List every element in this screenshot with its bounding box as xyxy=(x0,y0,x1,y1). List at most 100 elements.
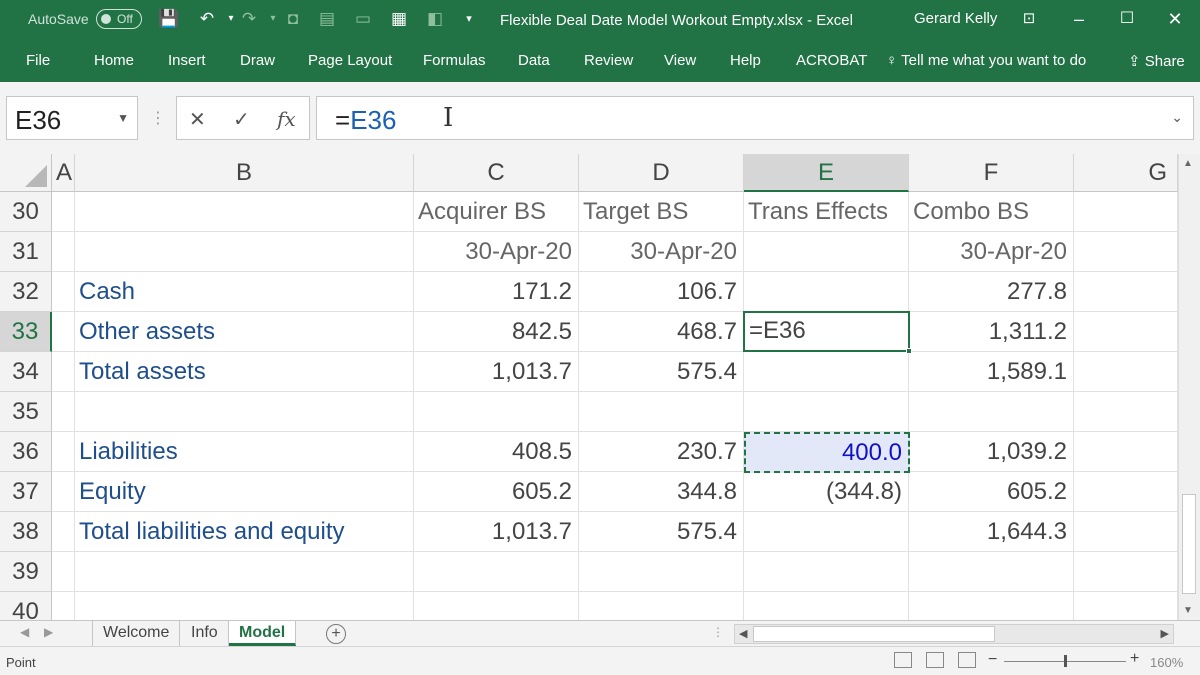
row-header-39[interactable]: 39 xyxy=(0,552,52,592)
row-header-31[interactable]: 31 xyxy=(0,232,52,272)
cell[interactable] xyxy=(579,552,744,592)
cell[interactable] xyxy=(52,272,75,312)
cell[interactable] xyxy=(414,392,579,432)
cell-e30[interactable]: Trans Effects xyxy=(744,192,909,232)
cell[interactable] xyxy=(52,392,75,432)
zoom-in-icon[interactable]: + xyxy=(1130,650,1139,668)
cell-e32[interactable] xyxy=(744,272,909,312)
cell-b34[interactable]: Total assets xyxy=(75,352,414,392)
cell-e38[interactable] xyxy=(744,512,909,552)
row-header-33[interactable]: 33 xyxy=(0,312,52,352)
back-icon[interactable]: ◧ xyxy=(424,8,446,30)
cell[interactable] xyxy=(52,472,75,512)
cell[interactable] xyxy=(52,512,75,552)
tab-view[interactable]: View xyxy=(664,52,696,69)
cell[interactable] xyxy=(1074,352,1178,392)
cell-c33[interactable]: 842.5 xyxy=(414,312,579,352)
zoom-out-icon[interactable]: − xyxy=(988,651,997,669)
vertical-scrollbar[interactable]: ▲ ▼ xyxy=(1178,154,1200,620)
cell[interactable] xyxy=(1074,592,1178,620)
scroll-left-icon[interactable]: ◀ xyxy=(739,627,747,640)
scroll-up-icon[interactable]: ▲ xyxy=(1183,158,1193,169)
cell[interactable] xyxy=(52,232,75,272)
cell[interactable] xyxy=(1074,272,1178,312)
tab-draw[interactable]: Draw xyxy=(240,52,275,69)
row-header-38[interactable]: 38 xyxy=(0,512,52,552)
cell-c38[interactable]: 1,013.7 xyxy=(414,512,579,552)
prev-sheet-icon[interactable]: ◀ xyxy=(20,625,29,639)
cell-d33[interactable]: 468.7 xyxy=(579,312,744,352)
share-button[interactable]: ⇪ Share xyxy=(1128,52,1185,70)
cell-d31[interactable]: 30-Apr-20 xyxy=(579,232,744,272)
redo-dropdown-icon[interactable]: ▾ xyxy=(262,8,284,30)
next-sheet-icon[interactable]: ▶ xyxy=(44,625,53,639)
cell[interactable] xyxy=(909,392,1074,432)
tab-split-icon[interactable]: ⋮ xyxy=(712,625,724,639)
cell-b32[interactable]: Cash xyxy=(75,272,414,312)
cell[interactable] xyxy=(52,192,75,232)
page-break-view-icon[interactable] xyxy=(958,652,976,668)
form-icon[interactable]: ▤ xyxy=(316,8,338,30)
cell[interactable] xyxy=(1074,552,1178,592)
active-cell-e33[interactable]: =E36 xyxy=(743,311,912,354)
row-header-34[interactable]: 34 xyxy=(0,352,52,392)
cell[interactable] xyxy=(744,592,909,620)
cell-c30[interactable]: Acquirer BS xyxy=(414,192,579,232)
cell-d30[interactable]: Target BS xyxy=(579,192,744,232)
cell[interactable] xyxy=(52,432,75,472)
cell[interactable] xyxy=(52,592,75,620)
cell-d34[interactable]: 575.4 xyxy=(579,352,744,392)
tab-insert[interactable]: Insert xyxy=(168,52,206,69)
scroll-down-icon[interactable]: ▼ xyxy=(1183,605,1193,616)
sheet-tab-model[interactable]: Model xyxy=(229,621,297,646)
cell-c32[interactable]: 171.2 xyxy=(414,272,579,312)
cell[interactable] xyxy=(414,552,579,592)
cell[interactable] xyxy=(1074,312,1178,352)
cell-d38[interactable]: 575.4 xyxy=(579,512,744,552)
cell-f33[interactable]: 1,311.2 xyxy=(909,312,1074,352)
tab-formulas[interactable]: Formulas xyxy=(423,52,486,69)
cell-b33[interactable]: Other assets xyxy=(75,312,414,352)
camera-icon[interactable]: ◘ xyxy=(282,8,304,30)
tab-help[interactable]: Help xyxy=(730,52,761,69)
tab-page-layout[interactable]: Page Layout xyxy=(308,52,392,69)
cell[interactable] xyxy=(579,592,744,620)
cell[interactable] xyxy=(1074,472,1178,512)
cell-d37[interactable]: 344.8 xyxy=(579,472,744,512)
cell-c37[interactable]: 605.2 xyxy=(414,472,579,512)
cell-d36[interactable]: 230.7 xyxy=(579,432,744,472)
vertical-scroll-thumb[interactable] xyxy=(1182,494,1196,594)
cell[interactable] xyxy=(1074,392,1178,432)
tab-file[interactable]: File xyxy=(26,52,50,69)
cell[interactable] xyxy=(744,392,909,432)
sheet-tab-info[interactable]: Info xyxy=(181,621,229,646)
cell-c36[interactable]: 408.5 xyxy=(414,432,579,472)
tell-me-box[interactable]: ♀ Tell me what you want to do xyxy=(886,52,1086,69)
row-header-30[interactable]: 30 xyxy=(0,192,52,232)
cell-f38[interactable]: 1,644.3 xyxy=(909,512,1074,552)
row-header-36[interactable]: 36 xyxy=(0,432,52,472)
column-header-a[interactable]: A xyxy=(52,154,75,192)
enter-icon[interactable]: ✓ xyxy=(233,107,250,132)
column-header-d[interactable]: D xyxy=(579,154,744,192)
cell[interactable] xyxy=(579,392,744,432)
cell-d32[interactable]: 106.7 xyxy=(579,272,744,312)
worksheet-grid[interactable]: A B C D E F G 30 31 32 33 34 35 36 37 38… xyxy=(0,154,1178,620)
cell-f32[interactable]: 277.8 xyxy=(909,272,1074,312)
cancel-icon[interactable]: ✕ xyxy=(189,107,206,132)
cell[interactable] xyxy=(75,392,414,432)
tab-acrobat[interactable]: ACROBAT xyxy=(796,52,867,69)
maximize-icon[interactable]: ☐ xyxy=(1112,5,1142,33)
customize-qat-icon[interactable]: ▾ xyxy=(458,8,480,30)
ribbon-display-icon[interactable]: ⊡ xyxy=(1014,5,1044,33)
redo-icon[interactable]: ↷ xyxy=(238,8,260,30)
row-header-37[interactable]: 37 xyxy=(0,472,52,512)
tab-data[interactable]: Data xyxy=(518,52,550,69)
save-icon[interactable]: 💾 xyxy=(158,8,180,30)
cell[interactable] xyxy=(414,592,579,620)
zoom-level[interactable]: 160% xyxy=(1150,655,1183,670)
referenced-cell-e36[interactable]: 400.0 xyxy=(744,432,910,473)
cell-e31[interactable] xyxy=(744,232,909,272)
cell[interactable] xyxy=(75,232,414,272)
cell[interactable] xyxy=(52,552,75,592)
